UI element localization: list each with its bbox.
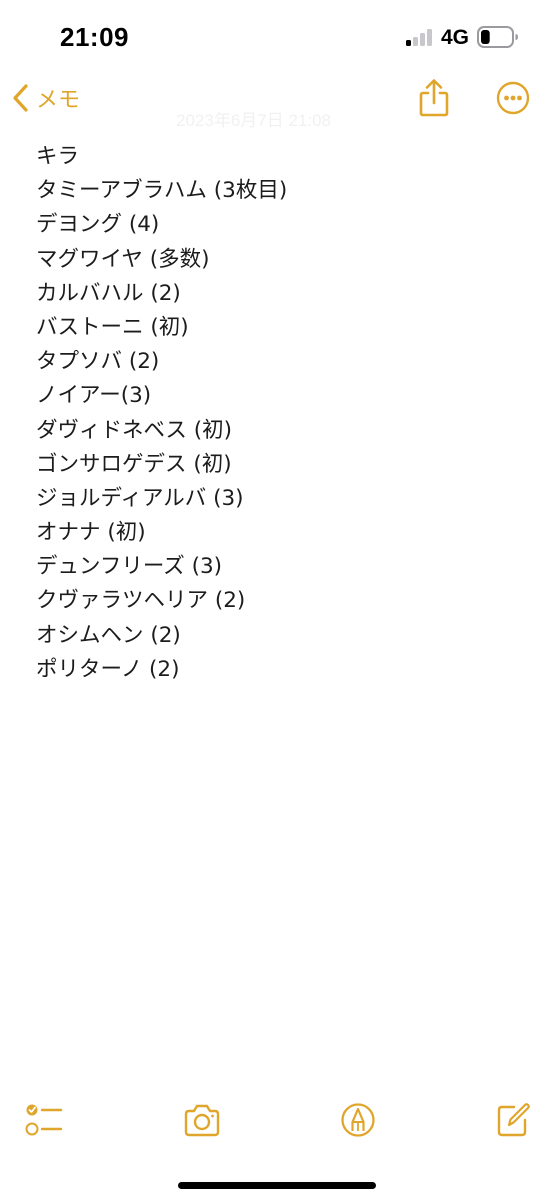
- share-icon[interactable]: [417, 78, 451, 118]
- status-bar: 21:09 4G: [0, 0, 554, 76]
- note-line: ジョルディアルバ (3): [36, 485, 244, 511]
- note-line: ポリターノ (2): [36, 656, 180, 682]
- note-line: タミーアブラハム (3枚目): [36, 178, 288, 204]
- note-line: カルバハル (2): [36, 280, 181, 306]
- note-content[interactable]: キラタミーアブラハム (3枚目) デヨング (4) マグワイヤ (多数) カルバハル …: [36, 140, 516, 687]
- note-line: デヨング (4): [36, 212, 160, 238]
- chevron-left-icon: [13, 84, 28, 112]
- more-options-icon[interactable]: [496, 81, 530, 115]
- note-line: ノイアー(3): [36, 383, 152, 409]
- note-line: オナナ (初): [36, 520, 146, 546]
- note-line: キラ: [36, 144, 80, 169]
- back-button-label: メモ: [36, 88, 81, 113]
- home-indicator[interactable]: [178, 1182, 376, 1189]
- battery-icon: [477, 26, 518, 48]
- cellular-signal-icon: [406, 28, 434, 46]
- checklist-icon[interactable]: [25, 1100, 63, 1140]
- note-line: バストーニ (初): [36, 314, 189, 340]
- note-line: クヴァラツヘリア (2): [36, 588, 246, 614]
- status-time: 21:09: [60, 22, 129, 52]
- note-line: オシムヘン (2): [36, 622, 181, 648]
- note-line: マグワイヤ (多数): [36, 246, 210, 272]
- network-type: 4G: [441, 26, 470, 49]
- camera-icon[interactable]: [182, 1100, 222, 1140]
- note-date: 2023年6月7日 21:08: [176, 111, 331, 130]
- note-line: ゴンサロゲデス (初): [36, 451, 232, 477]
- compose-icon[interactable]: [494, 1100, 532, 1140]
- note-line: ダヴィドネベス (初): [36, 417, 233, 443]
- note-line: タプソバ (2): [36, 349, 160, 375]
- back-button[interactable]: メモ: [10, 80, 80, 116]
- markup-icon[interactable]: [340, 1100, 376, 1140]
- note-line: デュンフリーズ (3): [36, 554, 223, 580]
